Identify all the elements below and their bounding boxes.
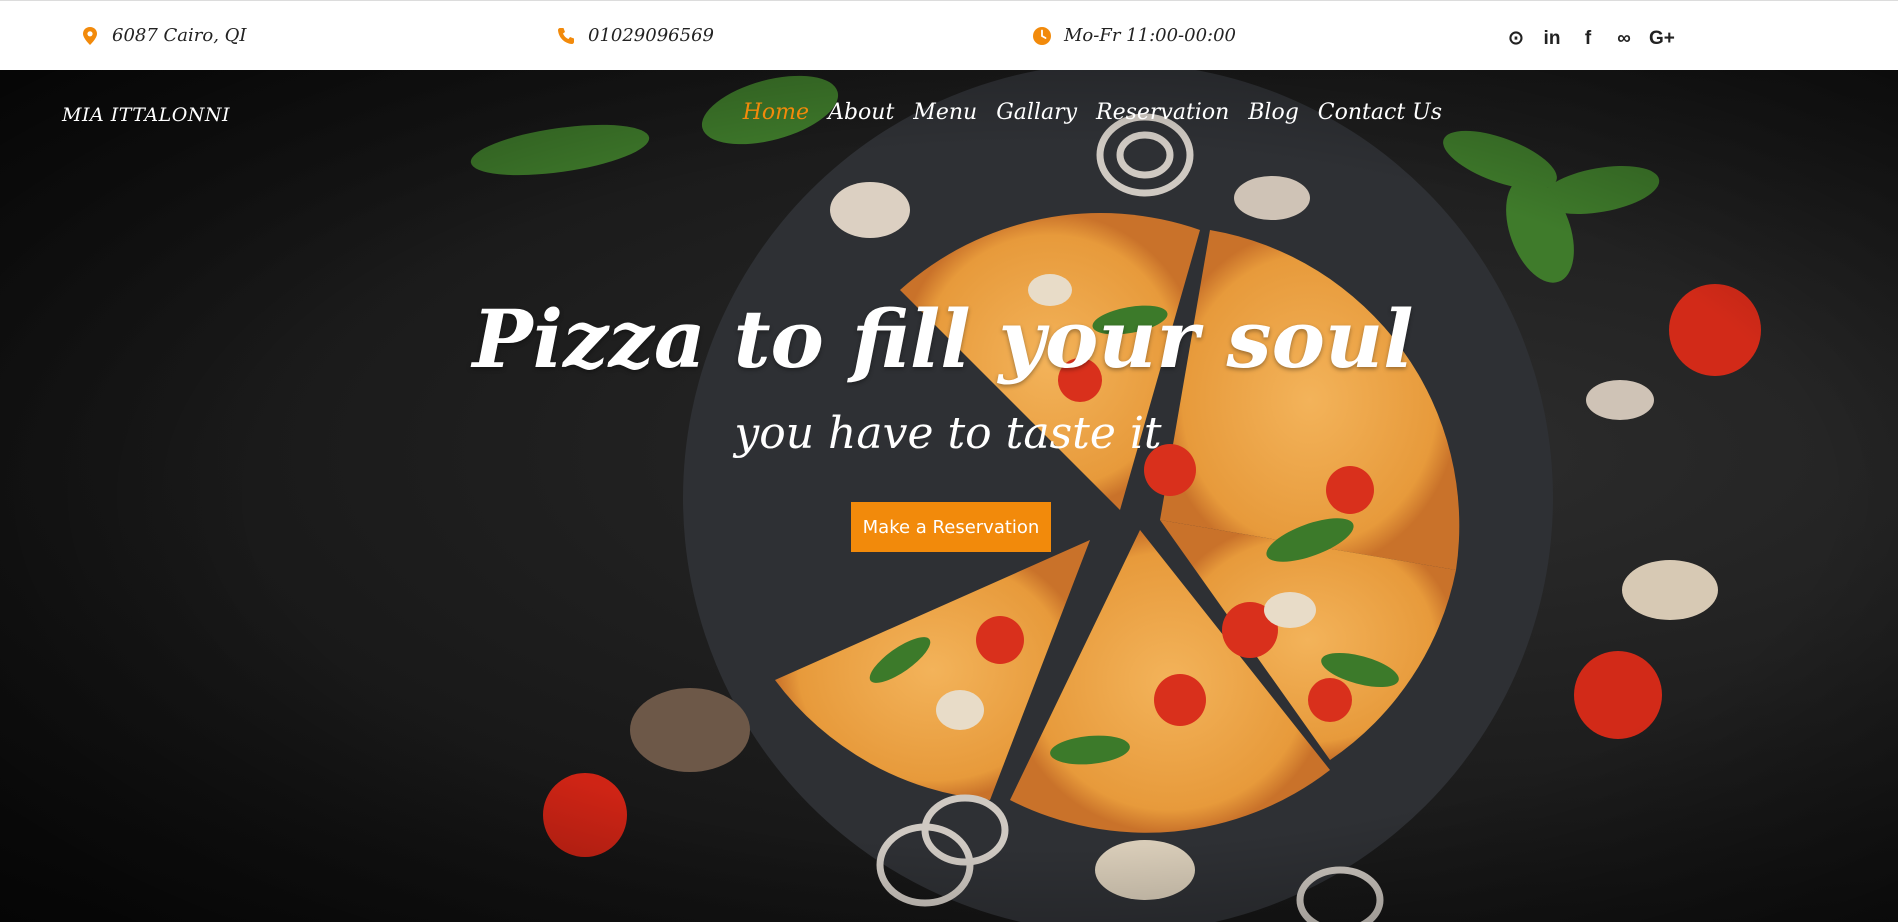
phone-text: 01029096569 bbox=[588, 25, 714, 46]
hours-text: Mo-Fr 11:00-00:00 bbox=[1064, 25, 1236, 46]
make-reservation-button[interactable]: Make a Reservation bbox=[851, 502, 1051, 552]
nav-item-gallary[interactable]: Gallary bbox=[996, 100, 1077, 125]
facebook-icon[interactable]: f bbox=[1577, 28, 1599, 50]
nav-item-contact-us[interactable]: Contact Us bbox=[1318, 100, 1442, 125]
nav-item-home[interactable]: Home bbox=[743, 100, 809, 125]
map-pin-icon bbox=[83, 26, 97, 45]
address-text: 6087 Cairo, QI bbox=[112, 25, 247, 46]
hero-title-wrap: Pizza to fill your soul bbox=[0, 292, 1898, 386]
phone-icon bbox=[558, 27, 574, 44]
hero-section: MIA ITTALONNI Home About Menu Gallary Re… bbox=[0, 70, 1898, 922]
linkedin-icon[interactable]: in bbox=[1541, 28, 1563, 50]
social-links: ⊙ in f ∞ G+ bbox=[1505, 28, 1675, 50]
address-info: 6087 Cairo, QI bbox=[80, 25, 247, 46]
clock-icon bbox=[1033, 26, 1051, 45]
hero-subtitle: you have to taste it bbox=[734, 408, 1162, 459]
brand-logo[interactable]: MIA ITTALONNI bbox=[62, 104, 230, 126]
github-icon[interactable]: ⊙ bbox=[1505, 28, 1527, 50]
hero-subtitle-wrap: you have to taste it bbox=[0, 408, 1898, 459]
top-info-bar: 6087 Cairo, QI 01029096569 Mo-Fr 11:00-0… bbox=[0, 0, 1898, 70]
phone-info: 01029096569 bbox=[556, 25, 714, 46]
hero-title: Pizza to fill your soul bbox=[472, 292, 1414, 386]
main-nav: Home About Menu Gallary Reservation Blog… bbox=[743, 100, 1442, 125]
google-plus-icon[interactable]: G+ bbox=[1649, 28, 1675, 50]
pizza-background-image bbox=[0, 70, 1898, 922]
tripadvisor-icon[interactable]: ∞ bbox=[1613, 28, 1635, 50]
nav-item-menu[interactable]: Menu bbox=[913, 100, 977, 125]
hours-info: Mo-Fr 11:00-00:00 bbox=[1032, 25, 1236, 46]
nav-item-reservation[interactable]: Reservation bbox=[1096, 100, 1229, 125]
nav-item-blog[interactable]: Blog bbox=[1248, 100, 1299, 125]
nav-item-about[interactable]: About bbox=[828, 100, 894, 125]
